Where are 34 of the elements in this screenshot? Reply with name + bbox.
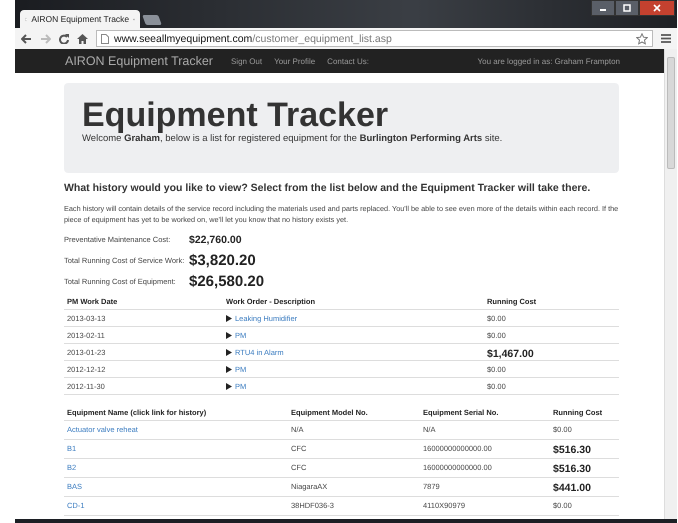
cost-value: $22,760.00 [189,234,242,246]
play-icon [226,315,232,322]
scroll-thumb[interactable] [667,57,675,169]
play-icon [226,332,232,339]
menu-icon[interactable] [661,34,671,43]
maximize-icon [623,4,631,12]
welcome-text: Welcome Graham, below is a list for registered equipment for the Burlington Performing Arts site. [82,133,504,144]
cost-cell: $516.30 [553,444,591,456]
minimize-button[interactable] [591,0,615,16]
page-title: Equipment Tracker [82,99,390,131]
address-bar[interactable]: www.seeallmyequipment.com/customer_equipment_list.asp [96,30,653,47]
brand-link[interactable]: AIRON Equipment Tracker [65,54,213,68]
cost-value: $3,820.20 [189,252,256,269]
scrollbar[interactable] [664,49,677,519]
play-icon [226,366,232,373]
home-icon[interactable] [77,34,88,44]
cost-cell: $441.00 [553,482,591,494]
logged-in-text: You are logged in as: Graham Frampton [478,56,620,66]
close-button[interactable] [639,0,675,16]
star-icon[interactable] [636,32,648,44]
play-icon [226,349,232,356]
nav-link[interactable]: Your Profile [274,56,316,66]
maximize-button[interactable] [615,0,639,16]
question-heading: What history would you like to view? Select from the list below and the Equipment Tracker will take there. [64,182,592,194]
browser-tab[interactable]: AIRON Equipment Tracke [20,10,140,28]
cost-cell: $1,467.00 [487,348,534,360]
play-icon [226,383,232,390]
nav-link[interactable]: Contact Us: [327,56,369,66]
back-icon[interactable] [21,34,32,44]
cost-value: $26,580.20 [189,273,264,290]
nav-link[interactable]: Sign Out [230,56,262,66]
reload-icon[interactable] [59,34,69,44]
new-tab-button[interactable] [142,15,162,25]
cost-cell: $516.30 [553,463,591,475]
